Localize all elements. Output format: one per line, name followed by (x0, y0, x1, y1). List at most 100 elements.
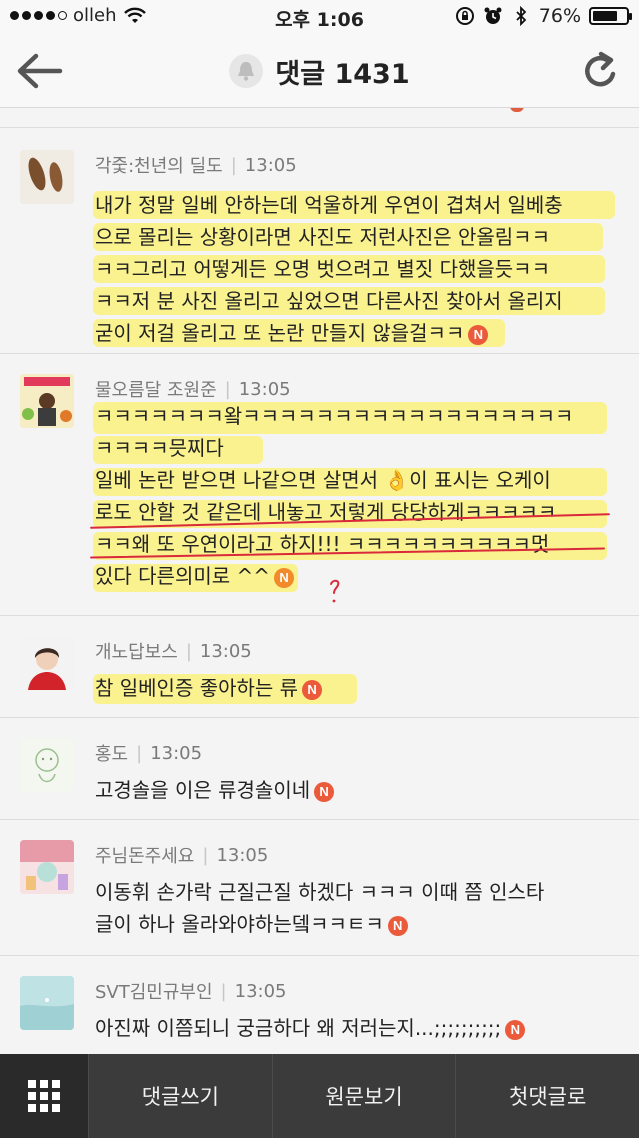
comment-line: ㅋㅋ그리고 어떻게든 오명 벗으려고 별짓 다했을듯ㅋㅋ (95, 257, 550, 281)
battery-level (593, 11, 618, 21)
comment-meta: 주님돈주세요 | 13:05 (95, 842, 268, 868)
battery-icon (589, 7, 632, 25)
comment-list[interactable]: 각줓:천년의 딜도 | 13:05 내가 정말 일베 안하는데 억울하게 우연이… (0, 108, 639, 1054)
comment-author[interactable]: SVT김민규부인 (95, 978, 213, 1004)
avatar-image (20, 636, 74, 690)
comment-author[interactable]: 주님돈주세요 (95, 842, 194, 868)
comment-item[interactable]: 물오름달 조원준 | 13:05 ㅋㅋㅋㅋㅋㅋㅋ왘ㅋㅋㅋㅋㅋㅋㅋㅋㅋㅋㅋㅋㅋㅋㅋ… (0, 354, 639, 616)
comment-line: ㅋㅋㅋㅋㅋㅋㅋ왘ㅋㅋㅋㅋㅋㅋㅋㅋㅋㅋㅋㅋㅋㅋㅋㅋㅋㅋ (95, 404, 574, 428)
comment-line: 내가 정말 일베 안하는데 억울하게 우연이 겹쳐서 일베충 (95, 193, 563, 217)
avatar-image (20, 738, 74, 792)
comment-item[interactable]: 개노답보스 | 13:05 참 일베인증 좋아하는 류N (0, 616, 639, 718)
comment-item[interactable]: SVT김민규부인 | 13:05 아진짜 이쯤되니 궁금하다 왜 저러는지...… (0, 956, 639, 1054)
comment-meta: 각줓:천년의 딜도 | 13:05 (95, 152, 297, 178)
comment-time: 13:05 (234, 980, 287, 1002)
menu-button[interactable] (0, 1054, 88, 1138)
comment-time: 13:05 (199, 640, 252, 662)
meta-divider: | (202, 844, 209, 866)
comment-author[interactable]: 각줓:천년의 딜도 (95, 152, 223, 178)
comment-text: 내가 정말 일베 안하는데 억울하게 우연이 겹쳐서 일베충 으로 몰리는 상황… (95, 189, 615, 349)
comment-meta: 물오름달 조원준 | 13:05 (95, 376, 291, 402)
comment-text: 고경솔을 이은 류경솔이네 N (95, 774, 615, 806)
comment-line: 참 일베인증 좋아하는 류N (95, 672, 615, 704)
avatar[interactable] (20, 636, 74, 690)
comment-line: 일베 논란 받으면 나같으면 살면서 👌이 표시는 오케이 (95, 468, 551, 492)
battery-percent: 76% (538, 5, 581, 27)
comment-item[interactable]: 주님돈주세요 | 13:05 이동휘 손가락 근질근질 하겠다 ㅋㅋㅋ 이때 쯤… (0, 820, 639, 956)
comment-line: 으로 몰리는 상황이라면 사진도 저런사진은 안올림ㅋㅋ (95, 225, 550, 249)
comment-time: 13:05 (238, 378, 291, 400)
comment-line-text: 굳이 저걸 올리고 또 논란 만들지 않을걸ㅋㅋ (95, 321, 465, 345)
rotation-lock-icon (455, 7, 474, 25)
status-bar: olleh 오후 1:06 76% (0, 0, 639, 34)
comment-line: ㅋㅋ왜 또 우연이라고 하지!!! ㅋㅋㅋㅋㅋㅋㅋㅋㅋㅋ멋 (95, 532, 550, 556)
avatar[interactable] (20, 374, 74, 428)
new-badge: N (505, 1020, 526, 1040)
comment-line: 굳이 저걸 올리고 또 논란 만들지 않을걸ㅋㅋ N (95, 317, 615, 349)
meta-divider: | (185, 640, 192, 662)
first-comment-button[interactable]: 첫댓글로 (455, 1054, 639, 1138)
avatar-image (20, 976, 74, 1030)
comment-author[interactable]: 홍도 (95, 740, 128, 766)
comment-time: 13:05 (244, 154, 297, 176)
meta-divider: | (230, 154, 237, 176)
bell-button[interactable] (229, 54, 264, 88)
avatar[interactable] (20, 976, 74, 1030)
comment-time: 13:05 (150, 742, 203, 764)
new-badge: N (302, 680, 323, 700)
comment-line: 고경솔을 이은 류경솔이네 N (95, 774, 615, 806)
meta-divider: | (220, 980, 227, 1002)
comment-text: ㅋㅋㅋㅋㅋㅋㅋ왘ㅋㅋㅋㅋㅋㅋㅋㅋㅋㅋㅋㅋㅋㅋㅋㅋㅋㅋ ㅋㅋㅋㅋ믓찌다 일베 논란… (95, 400, 615, 592)
comment-text: 참 일베인증 좋아하는 류N (95, 672, 615, 704)
bluetooth-icon (516, 6, 527, 26)
comment-line-text: 고경솔을 이은 류경솔이네 (95, 778, 311, 802)
comment-line: ㅋㅋㅋㅋ믓찌다 (95, 436, 224, 460)
page-title: 댓글 1431 (275, 58, 410, 90)
comment-author[interactable]: 물오름달 조원준 (95, 376, 217, 402)
avatar-image (20, 840, 74, 894)
comment-line: 이동휘 손가락 근질근질 하겠다 ㅋㅋㅋ 이때 쯤 인스타 (95, 880, 545, 904)
avatar-image (20, 150, 74, 204)
new-badge: N (274, 568, 295, 588)
comment-item[interactable]: 홍도 | 13:05 고경솔을 이은 류경솔이네 N (0, 718, 639, 820)
meta-divider: | (224, 378, 231, 400)
meta-divider: | (136, 742, 143, 764)
new-badge: N (468, 325, 489, 345)
bell-icon (238, 62, 255, 81)
previous-comment-edge (0, 108, 639, 128)
new-badge: N (314, 782, 335, 802)
refresh-icon[interactable] (581, 50, 621, 92)
write-comment-button[interactable]: 댓글쓰기 (88, 1054, 272, 1138)
avatar[interactable] (20, 840, 74, 894)
avatar[interactable] (20, 150, 74, 204)
badge-fragment (510, 108, 524, 112)
view-original-button[interactable]: 원문보기 (271, 1054, 456, 1138)
avatar[interactable] (20, 738, 74, 792)
comment-item[interactable]: 각줓:천년의 딜도 | 13:05 내가 정말 일베 안하는데 억울하게 우연이… (0, 128, 639, 354)
comment-line: ㅋㅋ저 분 사진 올리고 싶었으면 다른사진 찾아서 올리지 (95, 289, 563, 313)
comment-line: 로도 안할 것 같은데 내놓고 저렇게 당당하게ㅋㅋㅋㅋㅋ (95, 500, 557, 524)
comment-line-text: 글이 하나 올라와야하는뎈ㅋㅋㅌㅋ (95, 912, 384, 936)
comment-meta: 홍도 | 13:05 (95, 740, 202, 766)
question-mark-doodle (330, 579, 340, 603)
nav-bar: 댓글 1431 (0, 34, 639, 108)
comment-meta: SVT김민규부인 | 13:05 (95, 978, 287, 1004)
new-badge: N (387, 916, 408, 936)
comment-text: 아진짜 이쯤되니 궁금하다 왜 저러는지...;;;;;;;;;; N (95, 1012, 615, 1044)
status-right: 76% (455, 5, 632, 27)
comment-meta: 개노답보스 | 13:05 (95, 638, 252, 664)
comment-text: 이동휘 손가락 근질근질 하겠다 ㅋㅋㅋ 이때 쯤 인스타 글이 하나 올라와야… (95, 876, 615, 940)
avatar-image (20, 374, 74, 428)
comment-line: 있다 다른의미로 ^^ N (95, 560, 615, 592)
comment-author[interactable]: 개노답보스 (95, 638, 178, 664)
alarm-icon (484, 7, 502, 24)
comment-line: 아진짜 이쯤되니 궁금하다 왜 저러는지...;;;;;;;;;; N (95, 1012, 615, 1044)
nav-title-group: 댓글 1431 (0, 34, 639, 108)
comment-line: 글이 하나 올라와야하는뎈ㅋㅋㅌㅋ N (95, 908, 615, 940)
comment-line-text: 참 일베인증 좋아하는 류 (95, 676, 299, 700)
comment-line-text: 아진짜 이쯤되니 궁금하다 왜 저러는지...;;;;;;;;;; (95, 1016, 502, 1040)
comment-time: 13:05 (216, 844, 269, 866)
comment-line-text: 있다 다른의미로 ^^ (95, 564, 271, 588)
bottom-toolbar: 댓글쓰기 원문보기 첫댓글로 (0, 1054, 639, 1138)
grid-menu-icon (28, 1080, 60, 1112)
